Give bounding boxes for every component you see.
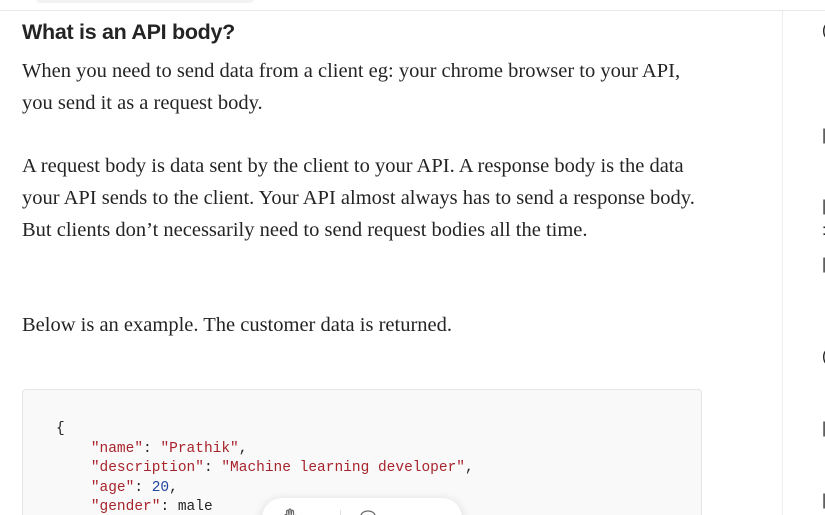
paragraph: A request body is data sent by the clien…	[22, 155, 695, 241]
paragraph: Below is an example. The customer data i…	[22, 314, 452, 336]
code-value: "Prathik"	[160, 440, 239, 457]
section-heading: What is an API body?	[22, 20, 235, 44]
code-key: "age"	[90, 479, 135, 496]
code-line: "name": "Prathik",	[90, 440, 248, 457]
code-line: "age": 20,	[90, 479, 178, 496]
code-key: "gender"	[90, 499, 161, 515]
divider	[340, 510, 341, 515]
code-line: "gender": male	[90, 499, 213, 515]
search-bar[interactable]	[36, 0, 254, 3]
sidebar-divider	[782, 11, 783, 515]
top-navigation-bar	[0, 0, 825, 11]
code-value: 20	[151, 479, 170, 496]
clap-icon[interactable]	[282, 506, 302, 515]
code-value: "Machine learning developer"	[221, 460, 465, 476]
code-key: "name"	[90, 440, 144, 457]
code-value: male	[177, 499, 213, 515]
engagement-bar	[262, 498, 462, 515]
code-key: "description"	[90, 460, 204, 476]
code-line: "description": "Machine learning develop…	[90, 460, 474, 476]
comment-icon[interactable]	[358, 508, 378, 515]
code-block: { "name": "Prathik", "description": "Mac…	[22, 389, 702, 515]
code-open-brace: {	[56, 421, 65, 437]
paragraph: When you need to send data from a client…	[22, 60, 681, 114]
